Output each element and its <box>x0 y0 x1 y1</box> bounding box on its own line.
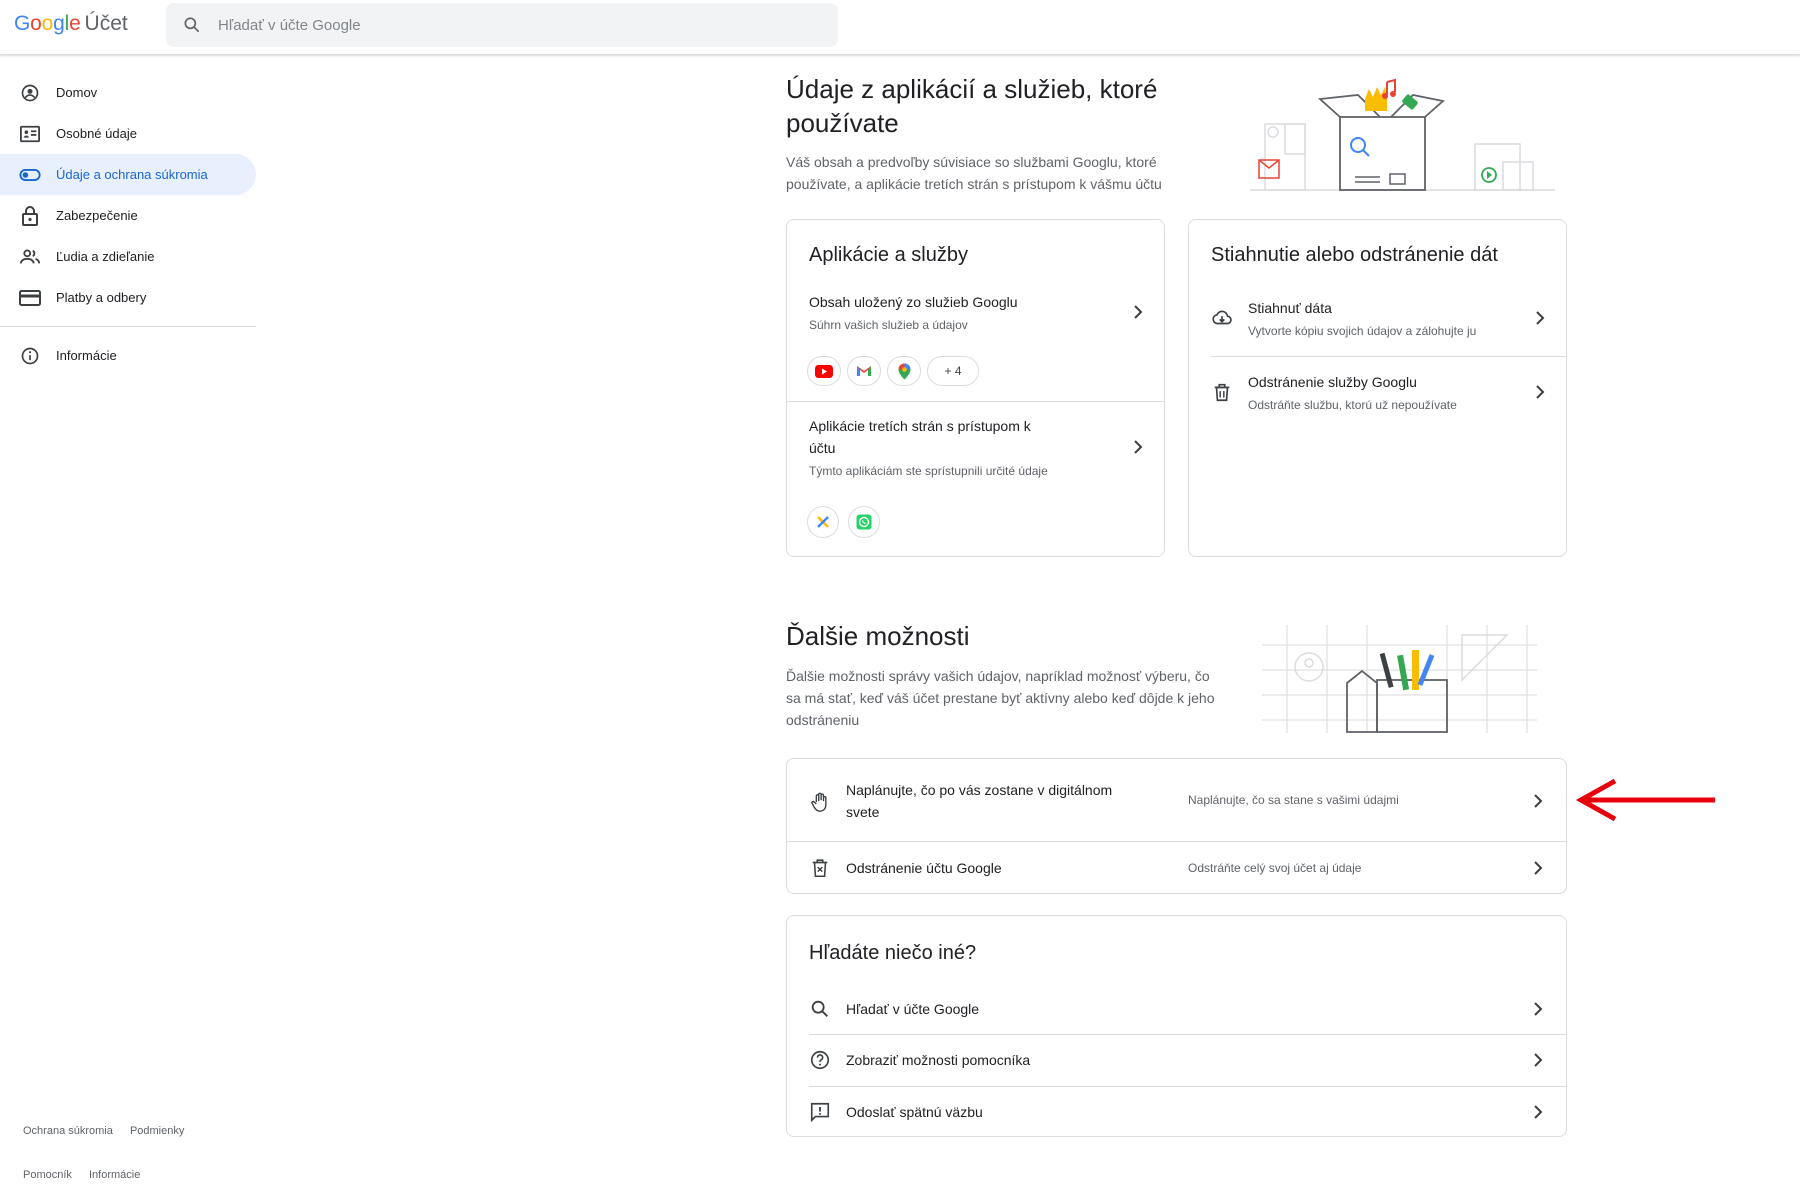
sidebar-item-payments[interactable]: Platby a odbery <box>0 277 256 318</box>
apps-card-title: Aplikácie a služby <box>809 244 968 266</box>
apps-data-illustration <box>1250 78 1555 191</box>
apps-section-title: Údaje z aplikácií a služieb, ktoré použí… <box>786 74 1158 138</box>
help-link[interactable]: Pomocník <box>23 1169 72 1181</box>
row-subtitle: Vytvorte kópiu svojich údajov a zálohujt… <box>1248 324 1477 338</box>
row-title: Odstránenie služby Googlu <box>1248 374 1417 390</box>
chevron-right-icon[interactable] <box>1530 382 1550 402</box>
sidebar-item-security[interactable]: Zabezpečenie <box>0 195 256 236</box>
about-link[interactable]: Informácie <box>89 1169 140 1181</box>
chevron-right-icon[interactable] <box>1528 1050 1548 1070</box>
search-bar[interactable] <box>166 3 838 47</box>
privacy-link[interactable]: Ochrana súkromia <box>23 1125 113 1137</box>
delete-account-row[interactable]: Odstránenie účtu Google Odstráňte celý s… <box>787 842 1566 894</box>
sidebar-item-label: Údaje a ochrana súkromia <box>56 167 208 182</box>
account-circle-icon <box>18 81 42 105</box>
help-card-title: Hľadáte niečo iné? <box>809 942 977 964</box>
row-subtitle: Týmto aplikáciám ste sprístupnili určité… <box>809 464 1048 478</box>
row-title: Aplikácie tretích strán s prístupom k úč… <box>809 418 1031 456</box>
terms-link[interactable]: Podmienky <box>130 1125 184 1137</box>
google-account-logo[interactable]: Google Účet <box>14 12 128 36</box>
sidebar-item-label: Osobné údaje <box>56 126 137 141</box>
help-options-row[interactable]: Zobraziť možnosti pomocníka <box>787 1035 1566 1086</box>
row-title: Stiahnuť dáta <box>1248 300 1332 316</box>
row-subtitle: Súhrn vašich služieb a údajov <box>809 318 968 332</box>
search-icon <box>811 1000 828 1017</box>
sidebar-divider <box>0 326 256 327</box>
footer-links-row-1: Ochrana súkromia Podmienky <box>23 1125 198 1137</box>
account-label: Účet <box>84 12 128 35</box>
people-icon <box>18 245 42 269</box>
download-data-row[interactable]: Stiahnuť dáta Vytvorte kópiu svojich úda… <box>1248 297 1528 340</box>
toggle-icon <box>18 163 42 187</box>
sidebar-item-data-privacy[interactable]: Údaje a ochrana súkromia <box>0 154 256 195</box>
help-icon <box>810 1050 830 1070</box>
sidebar-item-label: Zabezpečenie <box>56 208 138 223</box>
third-party-apps-row[interactable]: Aplikácie tretích strán s prístupom k úč… <box>809 415 1059 480</box>
search-input[interactable] <box>218 16 778 34</box>
delete-account-icon <box>812 859 828 878</box>
apps-services-card: Aplikácie a služby Obsah uložený zo služ… <box>786 219 1165 557</box>
chevron-right-icon[interactable] <box>1528 999 1548 1019</box>
search-account-row[interactable]: Hľadať v účte Google <box>787 984 1566 1034</box>
gmail-icon <box>847 356 881 386</box>
card-divider <box>1211 356 1566 357</box>
search-icon <box>184 17 200 33</box>
credit-card-icon <box>18 286 42 310</box>
card-divider <box>787 401 1164 402</box>
chevron-right-icon[interactable] <box>1128 437 1148 457</box>
row-subtitle: Odstráňte celý svoj účet aj údaje <box>1188 861 1362 875</box>
cloud-download-icon <box>1212 310 1232 325</box>
chevron-right-icon[interactable] <box>1530 308 1550 328</box>
row-subtitle: Naplánujte, čo sa stane s vašimi údajmi <box>1188 793 1399 807</box>
top-bar: Google Účet <box>0 0 1800 55</box>
download-delete-card: Stiahnutie alebo odstránenie dát Stiahnu… <box>1188 219 1567 557</box>
row-title: Naplánujte, čo po vás zostane v digitáln… <box>846 782 1113 820</box>
apps-section-description: Váš obsah a predvoľby súvisiace so služb… <box>786 154 1162 192</box>
chevron-right-icon[interactable] <box>1128 302 1148 322</box>
toolbox-illustration <box>1262 625 1537 733</box>
sidebar-item-home[interactable]: Domov <box>0 72 256 113</box>
trash-icon <box>1214 383 1230 402</box>
youtube-icon <box>807 356 841 386</box>
row-title: Obsah uložený zo služieb Googlu <box>809 294 1018 310</box>
id-card-icon <box>18 122 42 146</box>
row-title: Odoslať spätnú väzbu <box>846 1104 983 1120</box>
row-title: Zobraziť možnosti pomocníka <box>846 1052 1031 1068</box>
more-options-card: Naplánujte, čo po vás zostane v digitáln… <box>786 758 1567 894</box>
hand-icon <box>811 792 827 812</box>
info-icon <box>18 344 42 368</box>
delete-service-row[interactable]: Odstránenie služby Googlu Odstráňte služ… <box>1248 371 1528 414</box>
more-options-description: Ďalšie možnosti správy vašich údajov, na… <box>786 668 1215 728</box>
sidebar-item-people-sharing[interactable]: Ľudia a zdieľanie <box>0 236 256 277</box>
looking-for-something-else-card: Hľadáte niečo iné? Hľadať v účte Google … <box>786 915 1567 1137</box>
sidebar-item-label: Domov <box>56 85 98 100</box>
chevron-right-icon[interactable] <box>1528 858 1548 878</box>
lock-icon <box>18 204 42 228</box>
sidebar-item-personal-info[interactable]: Osobné údaje <box>0 113 256 154</box>
more-services-chip[interactable]: + 4 <box>927 356 979 386</box>
row-subtitle: Odstráňte službu, ktorú už nepoužívate <box>1248 398 1457 412</box>
footer-links-row-2: Pomocník Informácie <box>23 1169 154 1181</box>
annotation-arrow-icon <box>1575 778 1715 822</box>
feedback-icon <box>810 1102 830 1123</box>
sidebar: Domov Osobné údaje Údaje a ochrana súkro… <box>0 72 256 376</box>
sidebar-item-about[interactable]: Informácie <box>0 335 256 376</box>
row-title: Hľadať v účte Google <box>846 1001 980 1017</box>
whatsapp-icon <box>848 506 880 538</box>
third-party-app-icon <box>807 506 839 538</box>
send-feedback-row[interactable]: Odoslať spätnú väzbu <box>787 1087 1566 1137</box>
row-title: Odstránenie účtu Google <box>846 860 1002 876</box>
maps-icon <box>887 356 921 386</box>
more-options-title: Ďalšie možnosti <box>786 621 970 651</box>
download-card-title: Stiahnutie alebo odstránenie dát <box>1211 244 1498 266</box>
chevron-right-icon[interactable] <box>1528 1102 1548 1122</box>
sidebar-item-label: Ľudia a zdieľanie <box>56 249 155 264</box>
sidebar-item-label: Informácie <box>56 348 117 363</box>
chevron-right-icon[interactable] <box>1528 791 1548 811</box>
inactive-account-plan-row[interactable]: Naplánujte, čo po vás zostane v digitáln… <box>787 759 1566 841</box>
google-wordmark: Google <box>14 12 81 35</box>
sidebar-item-label: Platby a odbery <box>56 290 147 305</box>
google-services-content-row[interactable]: Obsah uložený zo služieb Googlu Súhrn va… <box>809 291 1129 334</box>
